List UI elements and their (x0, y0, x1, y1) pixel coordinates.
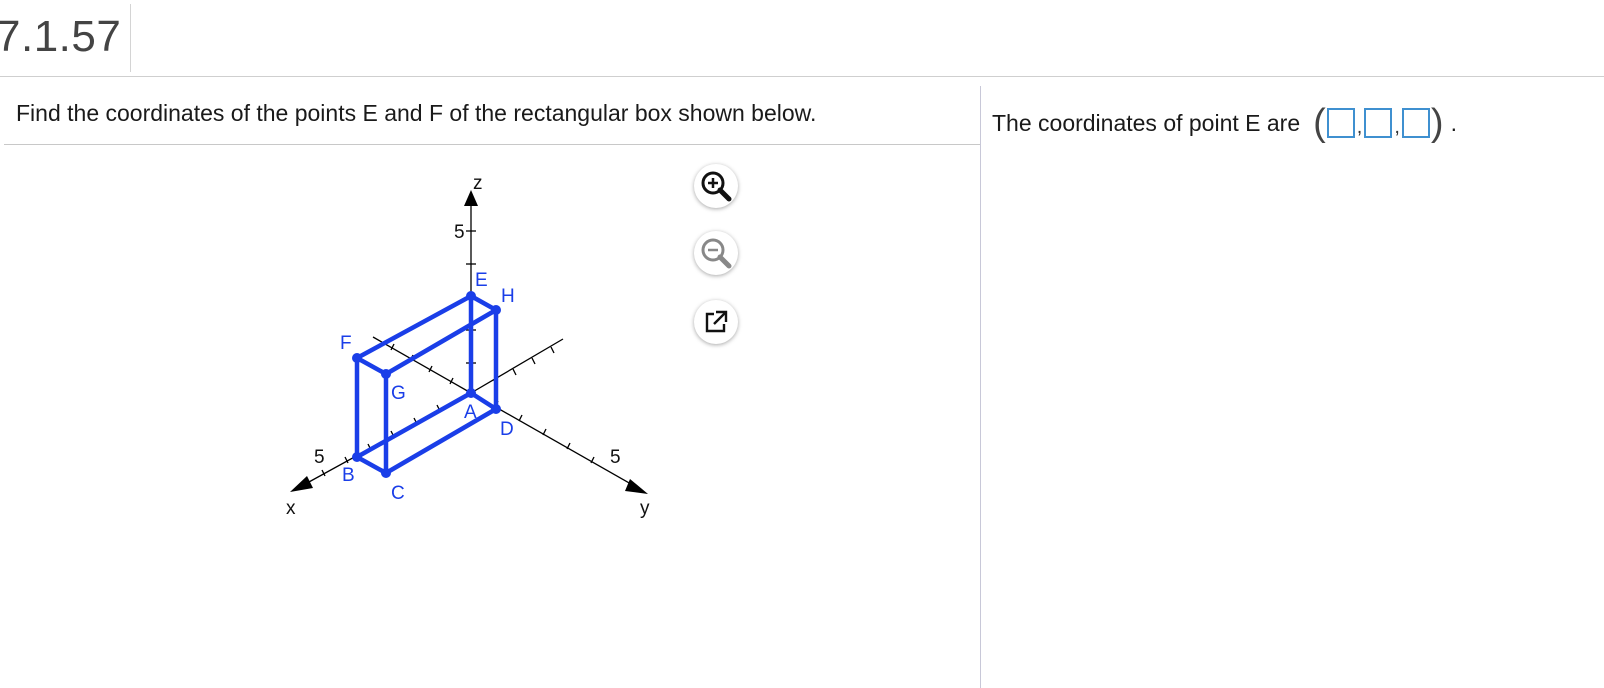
answer-prompt: The coordinates of point E are (992, 109, 1301, 136)
vertex-c (381, 468, 391, 478)
answer-input-y[interactable] (1364, 108, 1393, 138)
answer-input-z[interactable] (1401, 108, 1430, 138)
y-axis-label: y (640, 498, 650, 519)
pane-divider (980, 86, 981, 688)
zoom-in-button[interactable] (694, 164, 738, 208)
comma: , (1356, 115, 1363, 138)
comma: , (1394, 115, 1400, 138)
point-label-b: B (342, 465, 355, 486)
answer-pane: The coordinates of point E are ( , , ) . (992, 86, 1592, 166)
zoom-out-icon (701, 238, 732, 269)
popout-button[interactable] (694, 300, 738, 344)
vertex-d (491, 404, 501, 414)
zoom-out-button[interactable] (694, 231, 738, 275)
point-label-g: G (391, 383, 406, 404)
zoom-in-icon (701, 171, 732, 202)
open-paren: ( (1313, 102, 1326, 144)
external-window-icon (705, 310, 728, 333)
point-label-c: C (391, 483, 405, 504)
z-axis-label: z (473, 173, 483, 194)
close-paren: ) (1430, 102, 1444, 144)
point-label-a: A (464, 402, 477, 423)
y-axis-back (470, 338, 564, 394)
answer-line: The coordinates of point E are ( , , ) . (992, 104, 1457, 142)
box-figure: z x y 5 5 5 E H F G A D B C (286, 173, 650, 519)
point-label-d: D (500, 419, 514, 440)
vertex-f (352, 353, 362, 363)
point-label-h: H (501, 286, 515, 307)
x-axis-label: x (286, 498, 296, 519)
point-label-f: F (340, 333, 352, 354)
vertex-a (466, 388, 476, 398)
period: . (1450, 109, 1457, 136)
vertex-h (491, 305, 501, 315)
x-tick-label: 5 (314, 447, 325, 468)
z-tick-label: 5 (454, 222, 465, 243)
y-arrow (625, 479, 648, 494)
point-label-e: E (475, 270, 488, 291)
x-arrow (290, 476, 313, 492)
vertex-b (352, 452, 362, 462)
rectangular-box (354, 293, 499, 476)
answer-input-x[interactable] (1326, 108, 1355, 138)
y-tick-label: 5 (610, 447, 621, 468)
vertex-e (466, 291, 476, 301)
vertex-g (381, 369, 391, 379)
